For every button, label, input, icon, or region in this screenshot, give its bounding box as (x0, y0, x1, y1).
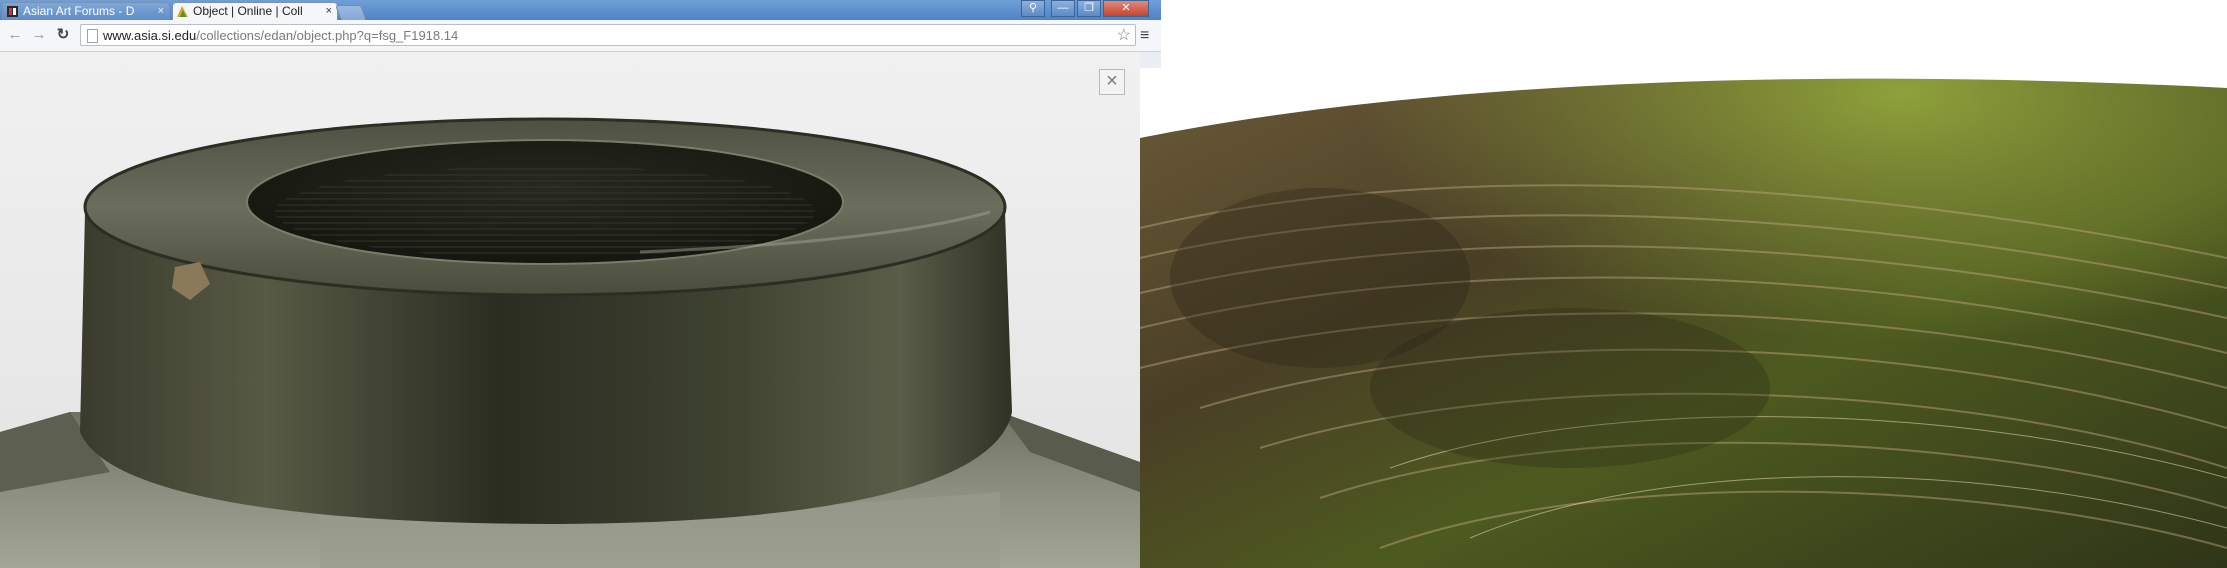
forum-favicon-icon (7, 6, 18, 17)
tab-title: Object | Online | Coll (193, 4, 303, 18)
tab-close-icon[interactable]: × (326, 3, 332, 20)
tab-title: Asian Art Forums - D (23, 4, 135, 18)
minimize-button[interactable]: — (1051, 0, 1075, 17)
jade-macro-photo (1140, 68, 2227, 568)
forward-arrow-icon[interactable]: → (30, 26, 48, 44)
maximize-button[interactable]: ❐ (1077, 0, 1101, 17)
browser-window: Asian Art Forums - D × Object | Online |… (0, 0, 1161, 568)
jade-vessel-photo (0, 52, 1140, 568)
url-text: www.asia.si.edu/collections/edan/object.… (103, 28, 458, 43)
pin-button[interactable]: ⚲ (1021, 0, 1045, 17)
bookmark-star-icon[interactable]: ☆ (1117, 25, 1131, 45)
tab-asian-art-forums[interactable]: Asian Art Forums - D × (2, 2, 170, 20)
close-window-button[interactable]: ✕ (1103, 0, 1149, 17)
image-viewer: × (0, 52, 1140, 568)
tab-object-online[interactable]: Object | Online | Coll × (172, 2, 338, 20)
smithsonian-favicon-icon (177, 6, 188, 17)
back-arrow-icon[interactable]: ← (6, 26, 24, 44)
tab-strip: Asian Art Forums - D × Object | Online |… (0, 0, 1161, 21)
url-path: /collections/edan/object.php?q=fsg_F1918… (196, 28, 459, 43)
close-viewer-button[interactable]: × (1099, 69, 1125, 95)
address-bar[interactable]: www.asia.si.edu/collections/edan/object.… (80, 24, 1136, 46)
reload-icon[interactable]: ↻ (54, 26, 72, 44)
menu-icon[interactable]: ≡ (1140, 27, 1149, 45)
tool-marks-closeup-image (1140, 68, 2227, 568)
page-icon (87, 29, 98, 43)
new-tab-button[interactable] (335, 5, 367, 21)
browser-toolbar: ← → ↻ www.asia.si.edu/collections/edan/o… (0, 20, 1161, 52)
url-host: www.asia.si.edu (103, 28, 197, 43)
tab-close-icon[interactable]: × (158, 3, 164, 20)
